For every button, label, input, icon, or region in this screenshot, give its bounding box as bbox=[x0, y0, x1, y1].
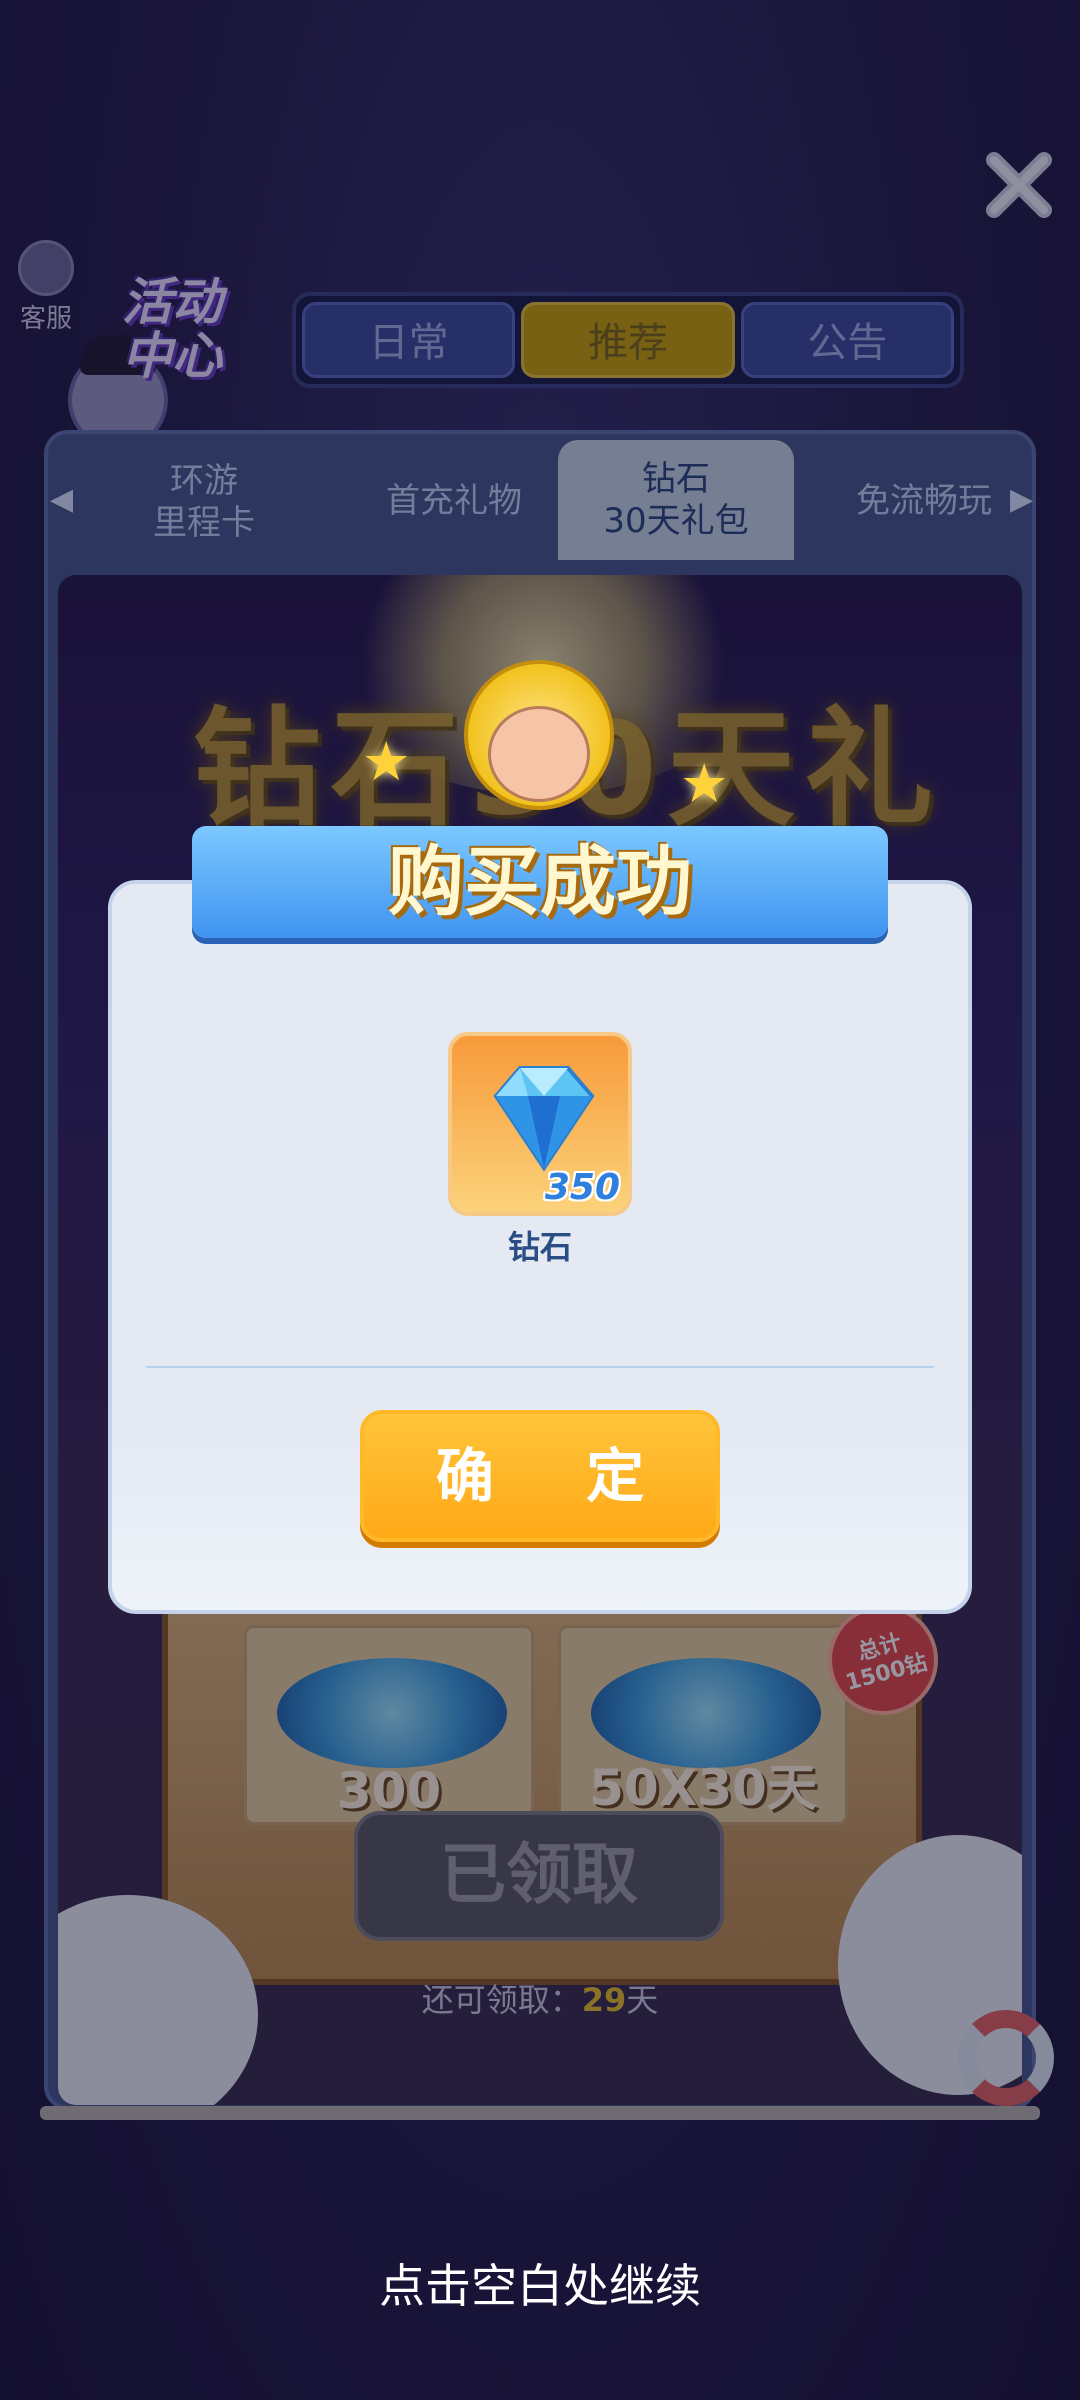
reward-name: 钻石 bbox=[507, 1228, 572, 1266]
star-icon: ★ bbox=[362, 730, 411, 793]
mascot-face-icon bbox=[488, 706, 590, 802]
confirm-button[interactable]: 确 定 bbox=[360, 1410, 720, 1542]
star-icon: ★ bbox=[680, 752, 729, 815]
dialog-divider bbox=[146, 1366, 934, 1368]
reward-count: 350 bbox=[544, 1167, 620, 1208]
title-ribbon: 购买成功 bbox=[192, 826, 888, 938]
reward-item-tile: 350 bbox=[448, 1032, 632, 1216]
dialog-title: 购买成功 bbox=[388, 837, 692, 926]
mascot-character bbox=[452, 660, 626, 840]
tap-to-continue-hint: 点击空白处继续 bbox=[379, 2259, 701, 2313]
